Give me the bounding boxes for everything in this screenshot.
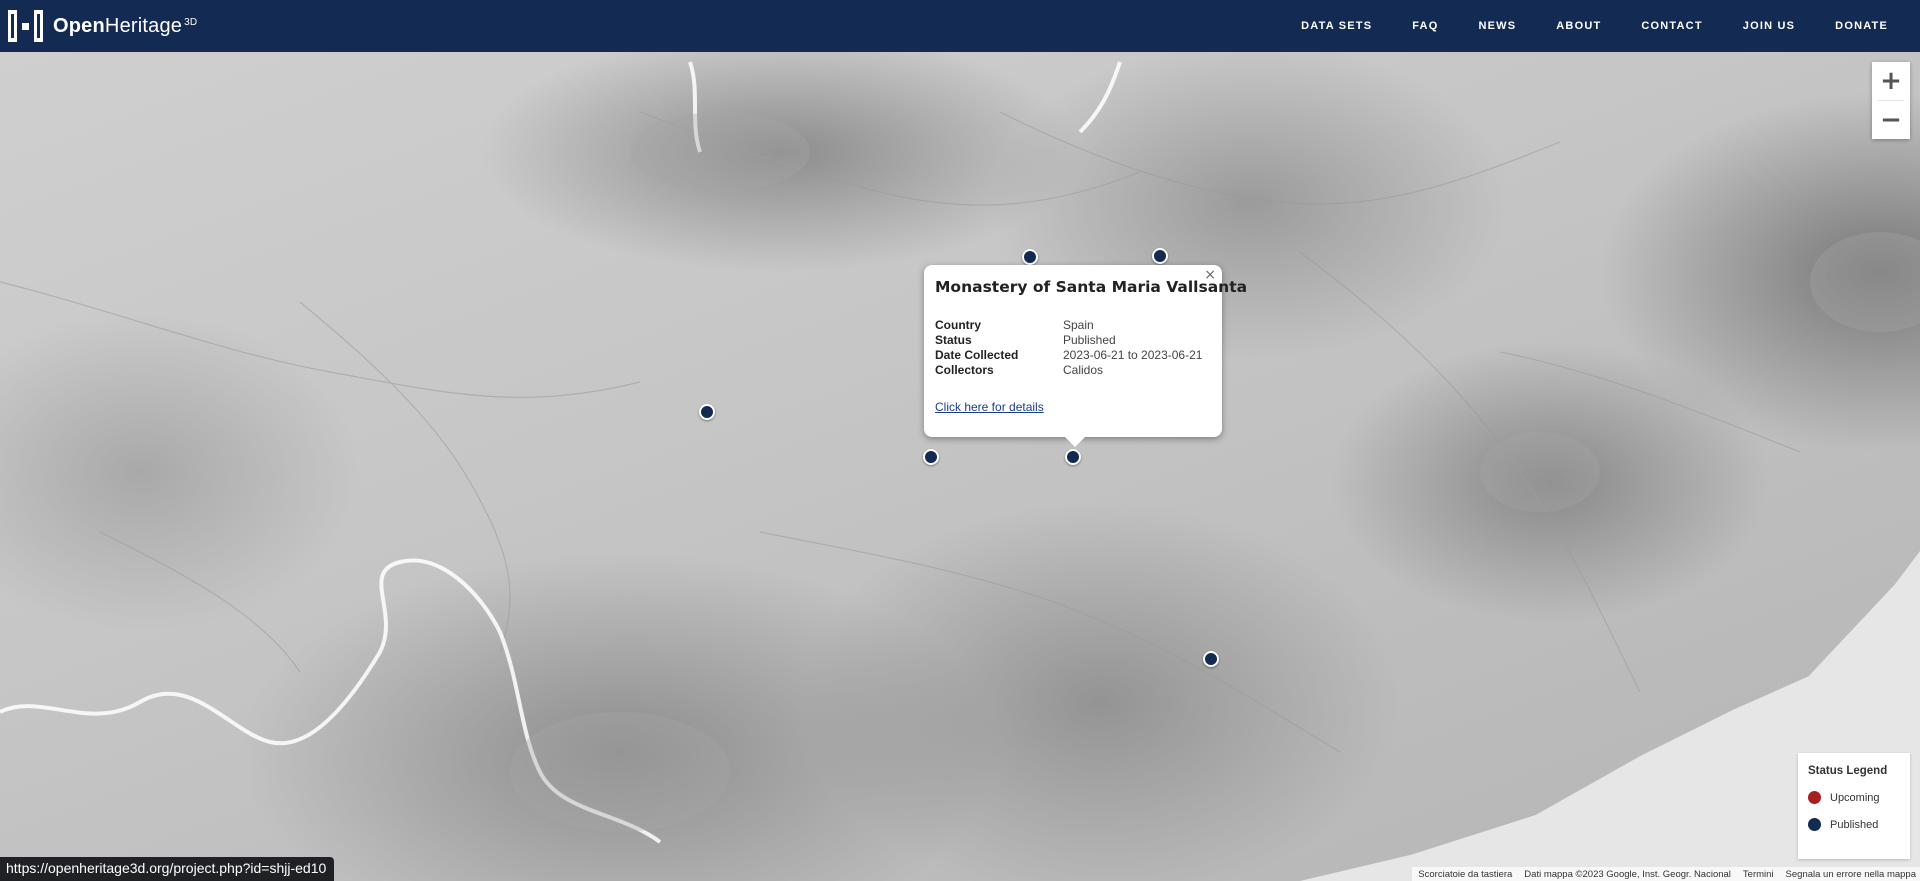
zoom-in-button[interactable]: + (1872, 62, 1910, 100)
zoom-out-button[interactable]: − (1872, 101, 1910, 139)
published-dot-icon (1808, 818, 1821, 831)
legend-title: Status Legend (1808, 765, 1888, 777)
map-marker[interactable] (923, 449, 939, 465)
details-link[interactable]: Click here for details (935, 400, 1044, 414)
map-marker-selected[interactable] (1065, 449, 1081, 465)
upcoming-dot-icon (1808, 791, 1821, 804)
popup-title: Monastery of Santa Maria Vallsanta (935, 278, 1248, 296)
nav-faq[interactable]: FAQ (1392, 20, 1458, 32)
popup-details: Country Spain Status Published Date Coll… (935, 318, 1210, 378)
report-error-link[interactable]: Segnala un errore nella mappa (1786, 869, 1916, 880)
main-nav: DATA SETS FAQ NEWS ABOUT CONTACT JOIN US… (1281, 20, 1908, 32)
status-legend: Status Legend Upcoming Published (1798, 753, 1910, 859)
close-icon[interactable]: × (1204, 267, 1216, 283)
map-marker[interactable] (1152, 248, 1168, 264)
popup-row-status: Status Published (935, 333, 1116, 347)
terrain-texture (0, 61, 1920, 844)
site-logo[interactable]: Open Heritage 3D (8, 8, 197, 44)
map-data-credit: Dati mappa ©2023 Google, Inst. Geogr. Na… (1524, 869, 1731, 880)
popup-row-country: Country Spain (935, 318, 1094, 332)
terms-link[interactable]: Termini (1743, 869, 1774, 880)
map-canvas[interactable]: + − × Monastery of Santa Maria Vallsanta… (0, 52, 1920, 881)
nav-contact[interactable]: CONTACT (1621, 20, 1722, 32)
map-marker[interactable] (699, 404, 715, 420)
legend-item-upcoming: Upcoming (1808, 791, 1900, 804)
nav-donate[interactable]: DONATE (1815, 20, 1908, 32)
nav-join-us[interactable]: JOIN US (1723, 20, 1815, 32)
popup-row-date: Date Collected 2023-06-21 to 2023-06-21 (935, 348, 1203, 362)
popup-row-collectors: Collectors Calidos (935, 363, 1104, 377)
legend-item-published: Published (1808, 818, 1900, 831)
nav-data-sets[interactable]: DATA SETS (1281, 20, 1392, 32)
nav-about[interactable]: ABOUT (1536, 20, 1621, 32)
browser-status-url: https://openheritage3d.org/project.php?i… (0, 857, 335, 881)
map-attribution: Scorciatoie da tastiera Dati mappa ©2023… (1412, 867, 1920, 881)
info-popup: × Monastery of Santa Maria Vallsanta Cou… (924, 265, 1248, 447)
logo-mark-icon (8, 8, 43, 44)
zoom-controls: + − (1872, 62, 1910, 139)
nav-news[interactable]: NEWS (1458, 20, 1536, 32)
top-navbar: Open Heritage 3D DATA SETS FAQ NEWS ABOUT … (0, 0, 1920, 52)
map-marker[interactable] (1022, 249, 1038, 265)
map-marker[interactable] (1203, 651, 1219, 667)
keyboard-shortcuts-link[interactable]: Scorciatoie da tastiera (1418, 869, 1512, 880)
logo-text: Open Heritage 3D (53, 14, 198, 37)
